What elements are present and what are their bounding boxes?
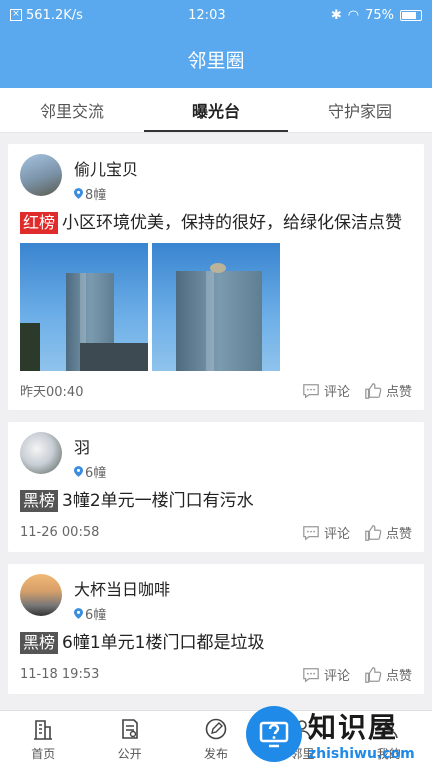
like-label: 点赞 [385,527,412,542]
comment-button[interactable]: 评论 [302,523,350,542]
building-shape [176,271,262,371]
watermark-logo [246,706,302,762]
nav-home-label: 首页 [31,747,56,761]
close-notification-icon: × [10,9,22,21]
document-icon [121,719,138,739]
comment-icon [303,667,319,683]
comment-label: 评论 [323,385,350,400]
post-feed[interactable]: 偷儿宝贝 8幢 红榜 小区环境优美，保持的很好，给绿化保洁点赞 昨天00:40 … [0,144,432,710]
like-button[interactable]: 点赞 [364,665,412,684]
post-card[interactable]: 羽 6幢 黑榜 3幢2单元一楼门口有污水 11-26 00:58 评论 点赞 [8,422,424,552]
post-card[interactable]: 大杯当日咖啡 6幢 黑榜 6幢1单元1楼门口都是垃圾 11-18 19:53 评论… [8,564,424,694]
user-location: 6幢 [85,608,107,623]
wifi-icon: ◠ [347,7,360,23]
photo-gallery [20,243,412,371]
avatar[interactable] [20,432,62,474]
tab-neighbor-exchange[interactable]: 邻里交流 [0,88,144,132]
question-monitor-icon [259,721,289,748]
clock: 12:03 [188,7,226,23]
user-name[interactable]: 羽 [74,434,106,458]
like-button[interactable]: 点赞 [364,523,412,542]
pen-icon [205,718,227,740]
like-button[interactable]: 点赞 [364,381,412,400]
post-content: 6幢1单元1楼门口都是垃圾 [62,633,265,653]
post-content: 3幢2单元一楼门口有污水 [62,491,254,511]
rooftop-shape [210,263,226,273]
tab-guard-home[interactable]: 守护家园 [288,88,432,132]
avatar[interactable] [20,154,62,196]
page-header: 邻里圈 [0,30,432,88]
post-photo[interactable] [152,243,280,371]
nav-public-label: 公开 [117,747,142,761]
post-photo[interactable] [20,243,148,371]
tab-exposure[interactable]: 曝光台 [144,88,288,132]
like-label: 点赞 [385,385,412,400]
tree-shape [20,323,40,371]
page-title: 邻里圈 [187,49,245,72]
post-content: 小区环境优美，保持的很好，给绿化保洁点赞 [62,213,403,233]
like-label: 点赞 [385,669,412,684]
location-pin-icon [74,188,83,199]
building-icon [34,720,53,740]
bluetooth-icon: ✱ [330,7,342,23]
comment-icon [303,383,319,399]
watermark-title: 知识屋 [308,711,399,744]
building-stripe [206,271,214,371]
nav-home[interactable]: 首页 [0,711,86,768]
location-pin-icon [74,608,83,619]
user-location: 8幢 [85,188,107,203]
comment-icon [303,525,319,541]
battery-icon [400,9,422,21]
post-time: 昨天00:40 [20,385,84,400]
post-time: 11-26 00:58 [20,525,100,540]
comment-button[interactable]: 评论 [302,665,350,684]
tab-bar: 邻里交流 曝光台 守护家园 [0,88,432,133]
avatar[interactable] [20,574,62,616]
status-badge: 黑榜 [20,632,59,654]
user-location: 6幢 [85,466,107,481]
roof-shape [80,343,148,371]
status-badge: 黑榜 [20,490,59,512]
comment-button[interactable]: 评论 [302,381,350,400]
post-time: 11-18 19:53 [20,667,100,682]
thumbs-up-icon [365,382,382,399]
thumbs-up-icon [365,524,382,541]
thumbs-up-icon [365,666,382,683]
site-watermark: 知识屋 zhishiwu.com [246,702,426,766]
post-card[interactable]: 偷儿宝贝 8幢 红榜 小区环境优美，保持的很好，给绿化保洁点赞 昨天00:40 … [8,144,424,410]
nav-publish-label: 发布 [204,747,229,761]
watermark-url: zhishiwu.com [308,746,415,762]
battery-percent: 75% [365,7,394,23]
location-pin-icon [74,466,83,477]
network-speed: 561.2K/s [26,7,83,23]
nav-public[interactable]: 公开 [86,711,172,768]
user-name[interactable]: 偷儿宝贝 [74,156,138,180]
comment-label: 评论 [323,669,350,684]
user-name[interactable]: 大杯当日咖啡 [74,576,170,600]
comment-label: 评论 [323,527,350,542]
status-badge: 红榜 [20,212,59,234]
status-bar: × 561.2K/s 12:03 ✱ ◠ 75% [0,0,432,30]
